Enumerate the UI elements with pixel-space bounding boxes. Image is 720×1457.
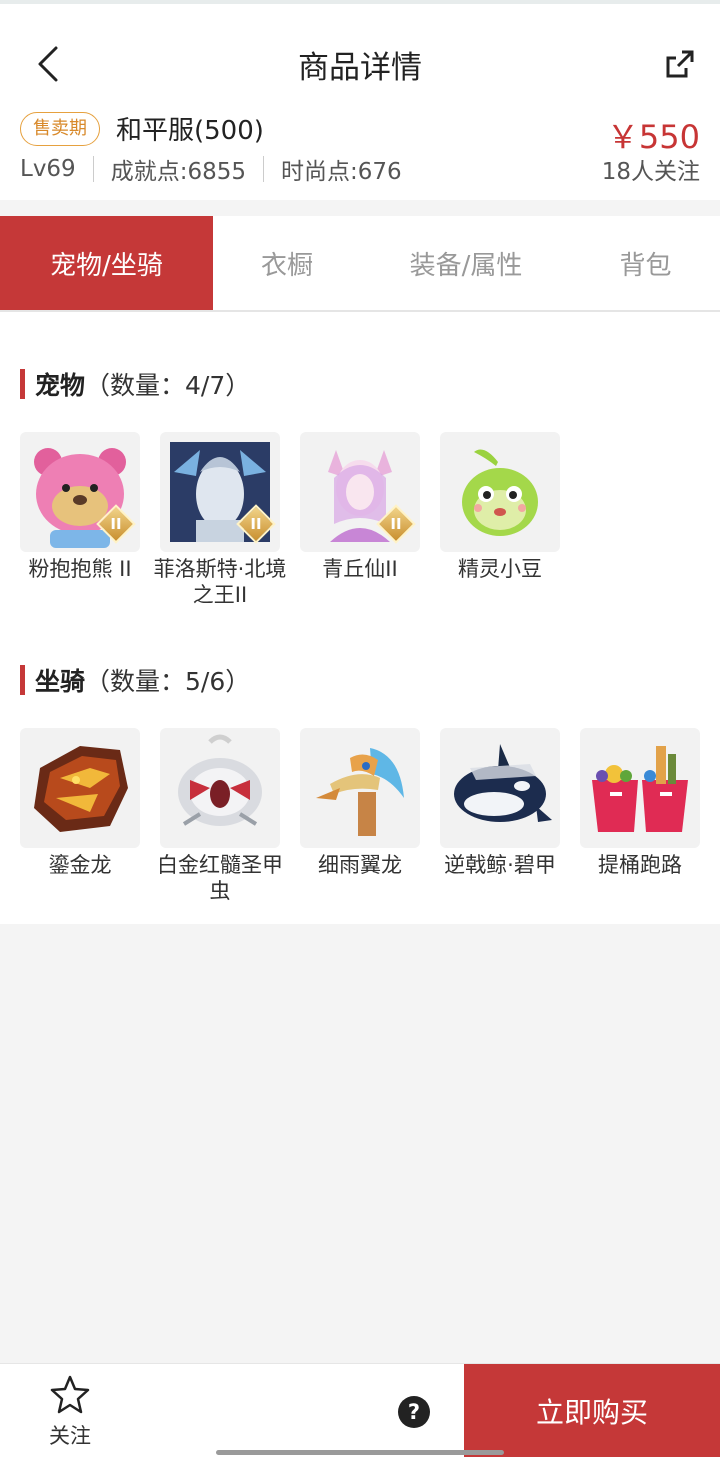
pet-name: 粉抱抱熊 II [28,557,132,581]
server-name: 和平服(500) [116,116,264,146]
fox-fairy-pet-icon: II [300,432,420,552]
page-header: 商品详情 售卖期 和平服(500) ￥550 Lv69 成就点:6855 时尚点… [0,4,720,200]
pets-section-title: 宠物 （数量：4/7） [20,366,250,402]
bottom-action-bar: 关注 ? 立即购买 [0,1363,720,1457]
pet-item[interactable]: II 青丘仙II [290,432,430,608]
tab-wardrobe[interactable]: 衣橱 [213,216,361,310]
star-icon [50,1375,90,1414]
mount-item[interactable]: 白金红髓圣甲虫 [150,728,290,904]
drizzle-pterosaur-mount-icon [300,728,420,848]
tab-equipment[interactable]: 装备/属性 [361,216,571,310]
level-stat: Lv69 [20,156,76,182]
mount-item[interactable]: 提桶跑路 [570,728,710,904]
mount-item[interactable]: 鎏金龙 [10,728,150,904]
account-stats: Lv69 成就点:6855 时尚点:676 [20,152,402,186]
follower-count: 18人关注 [601,159,700,185]
follow-button[interactable]: 关注 [30,1374,110,1450]
mounts-grid: 鎏金龙 白金红髓圣甲虫 细雨翼龙 逆戟鲸·碧甲 提桶跑路 [10,728,710,904]
help-icon[interactable]: ? [398,1396,430,1428]
pink-bear-pet-icon: II [20,432,140,552]
achievement-stat: 成就点:6855 [110,159,246,185]
section-count: （数量：5/6） [85,667,251,696]
green-sprout-pet-icon [440,432,560,552]
mount-name: 提桶跑路 [598,853,682,877]
pets-mounts-panel: 宠物 （数量：4/7） II 粉抱抱熊 II II 菲洛斯特·北境之王II II… [0,312,720,924]
divider [92,156,94,182]
section-marker [20,369,25,399]
bucket-mount-icon [580,728,700,848]
section-name: 坐骑 [35,667,86,696]
orca-mount-icon [440,728,560,848]
divider [263,156,264,182]
home-indicator [216,1450,504,1455]
section-count: （数量：4/7） [85,371,251,400]
fashion-stat: 时尚点:676 [281,159,402,185]
golden-dragon-mount-icon [20,728,140,848]
share-icon[interactable] [660,44,700,84]
page-title: 商品详情 [298,50,422,86]
buy-now-button[interactable]: 立即购买 [464,1364,720,1457]
section-marker [20,665,25,695]
mount-name: 细雨翼龙 [318,853,402,877]
mount-item[interactable]: 细雨翼龙 [290,728,430,904]
category-tabs: 宠物/坐骑 衣橱 装备/属性 背包 [0,216,720,312]
section-name: 宠物 [35,371,86,400]
mounts-section-title: 坐骑 （数量：5/6） [20,662,250,698]
mount-item[interactable]: 逆戟鲸·碧甲 [430,728,570,904]
pet-item[interactable]: 精灵小豆 [430,432,570,608]
tab-pets-mounts[interactable]: 宠物/坐骑 [0,216,213,310]
mount-name: 逆戟鲸·碧甲 [444,853,556,877]
nav-bar: 商品详情 [0,4,720,116]
pet-item[interactable]: II 粉抱抱熊 II [10,432,150,608]
tab-backpack[interactable]: 背包 [571,216,720,310]
mount-name: 鎏金龙 [48,853,112,877]
pet-name: 菲洛斯特·北境之王II [153,557,287,607]
frost-king-pet-icon: II [160,432,280,552]
mount-name: 白金红髓圣甲虫 [157,853,283,903]
status-badge: 售卖期 [20,112,100,146]
follow-label: 关注 [49,1424,91,1448]
platinum-beetle-mount-icon [160,728,280,848]
pet-item[interactable]: II 菲洛斯特·北境之王II [150,432,290,608]
pets-grid: II 粉抱抱熊 II II 菲洛斯特·北境之王II II 青丘仙II 精灵小豆 [10,432,570,608]
pet-name: 精灵小豆 [458,557,542,581]
pet-name: 青丘仙II [322,557,398,581]
